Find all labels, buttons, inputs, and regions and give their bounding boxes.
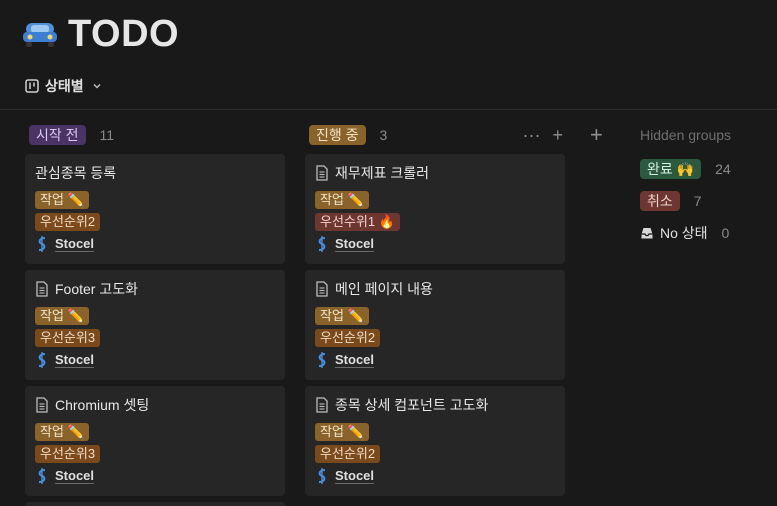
status-pill: 완료 🙌 xyxy=(640,159,702,179)
inbox-icon xyxy=(641,228,653,239)
priority-tag: 우선순위3 xyxy=(35,445,101,463)
add-group-icon[interactable]: + xyxy=(590,124,603,146)
status-pill: 취소 xyxy=(640,191,680,211)
group-count: 24 xyxy=(715,161,731,177)
assignee-name: Stocel xyxy=(55,352,95,368)
task-tag: 작업 ✏️ xyxy=(35,191,89,209)
card-title: Footer 고도화 xyxy=(55,281,138,297)
task-tag: 작업 ✏️ xyxy=(315,191,369,209)
add-card-icon[interactable]: + xyxy=(552,126,563,144)
board-column-in-progress: 진행 중 3 ··· + 재무제표 크롤러 작업 ✏️ 우선수위1 🔥 Stoc… xyxy=(305,124,565,496)
assignee: Stocel xyxy=(315,235,555,253)
assignee: Stocel xyxy=(35,235,275,253)
card-title: Chromium 셋팅 xyxy=(55,397,150,413)
group-count: 7 xyxy=(693,193,702,209)
assignee: Stocel xyxy=(315,467,555,485)
priority-tag: 우선수위1 🔥 xyxy=(315,213,400,231)
divider xyxy=(0,109,777,110)
column-count: 3 xyxy=(379,127,388,143)
task-tag: 작업 ✏️ xyxy=(35,423,89,441)
column-count: 11 xyxy=(99,127,115,143)
title-row: TODO xyxy=(22,12,179,56)
assignee-name: Stocel xyxy=(335,236,375,252)
more-options-icon[interactable]: ··· xyxy=(523,126,541,144)
task-tag: 작업 ✏️ xyxy=(35,307,89,325)
stocel-logo-icon xyxy=(318,352,326,368)
card-title: 종목 상세 컴포넌트 고도화 xyxy=(335,397,489,413)
board-card[interactable]: Chromium 셋팅 작업 ✏️ 우선순위3 Stocel xyxy=(25,386,285,496)
board-card[interactable]: 재무제표 크롤러 작업 ✏️ 우선수위1 🔥 Stocel xyxy=(305,154,565,264)
board-icon xyxy=(25,79,39,93)
status-pill: 시작 전 xyxy=(29,125,86,145)
board-card[interactable]: 종목 상세 컴포넌트 고도화 작업 ✏️ 우선순위2 Stocel xyxy=(305,386,565,496)
board-card-partial[interactable] xyxy=(25,502,285,506)
hidden-groups-title: Hidden groups xyxy=(640,127,732,143)
hidden-group-item[interactable]: 취소 7 xyxy=(640,189,731,213)
task-tag: 작업 ✏️ xyxy=(315,423,369,441)
assignee: Stocel xyxy=(315,351,555,369)
card-title: 메인 페이지 내용 xyxy=(335,281,433,297)
document-icon xyxy=(36,397,48,413)
view-selector[interactable]: 상태별 xyxy=(25,76,102,96)
chevron-down-icon xyxy=(93,83,101,89)
board-card[interactable]: 메인 페이지 내용 작업 ✏️ 우선순위2 Stocel xyxy=(305,270,565,380)
board-card[interactable]: Footer 고도화 작업 ✏️ 우선순위3 Stocel xyxy=(25,270,285,380)
stocel-logo-icon xyxy=(38,352,46,368)
status-pill: 진행 중 xyxy=(309,125,366,145)
priority-tag: 우선순위2 xyxy=(315,445,381,463)
hidden-group-item[interactable]: No 상태 0 xyxy=(640,221,731,245)
board-card[interactable]: 관심종목 등록 작업 ✏️ 우선순위2 Stocel xyxy=(25,154,285,264)
page-title: TODO xyxy=(68,12,180,55)
task-tag: 작업 ✏️ xyxy=(315,307,369,325)
stocel-logo-icon xyxy=(318,236,326,252)
document-icon xyxy=(316,281,328,297)
priority-tag: 우선순위3 xyxy=(35,329,101,347)
stocel-logo-icon xyxy=(38,236,46,252)
column-header[interactable]: 시작 전 11 xyxy=(25,124,285,146)
assignee: Stocel xyxy=(35,467,275,485)
priority-tag: 우선순위2 xyxy=(315,329,381,347)
hidden-group-item[interactable]: 완료 🙌 24 xyxy=(640,157,731,181)
group-label: No 상태 xyxy=(660,225,708,241)
view-label: 상태별 xyxy=(45,78,84,94)
stocel-logo-icon xyxy=(318,468,326,484)
card-title: 관심종목 등록 xyxy=(35,165,117,181)
assignee: Stocel xyxy=(35,351,275,369)
column-header[interactable]: 진행 중 3 ··· + xyxy=(305,124,565,146)
document-icon xyxy=(316,397,328,413)
document-icon xyxy=(36,281,48,297)
board-column-todo: 시작 전 11 관심종목 등록 작업 ✏️ 우선순위2 Stocel Foote… xyxy=(25,124,285,506)
priority-tag: 우선순위2 xyxy=(35,213,101,231)
hidden-groups: Hidden groups 완료 🙌 24 취소 7 No 상태 0 xyxy=(640,127,731,245)
assignee-name: Stocel xyxy=(335,352,375,368)
group-count: 0 xyxy=(721,225,730,241)
assignee-name: Stocel xyxy=(335,468,375,484)
card-title: 재무제표 크롤러 xyxy=(335,165,430,181)
document-icon xyxy=(316,165,328,181)
stocel-logo-icon xyxy=(38,468,46,484)
assignee-name: Stocel xyxy=(55,468,95,484)
assignee-name: Stocel xyxy=(55,236,95,252)
car-icon xyxy=(23,23,57,47)
